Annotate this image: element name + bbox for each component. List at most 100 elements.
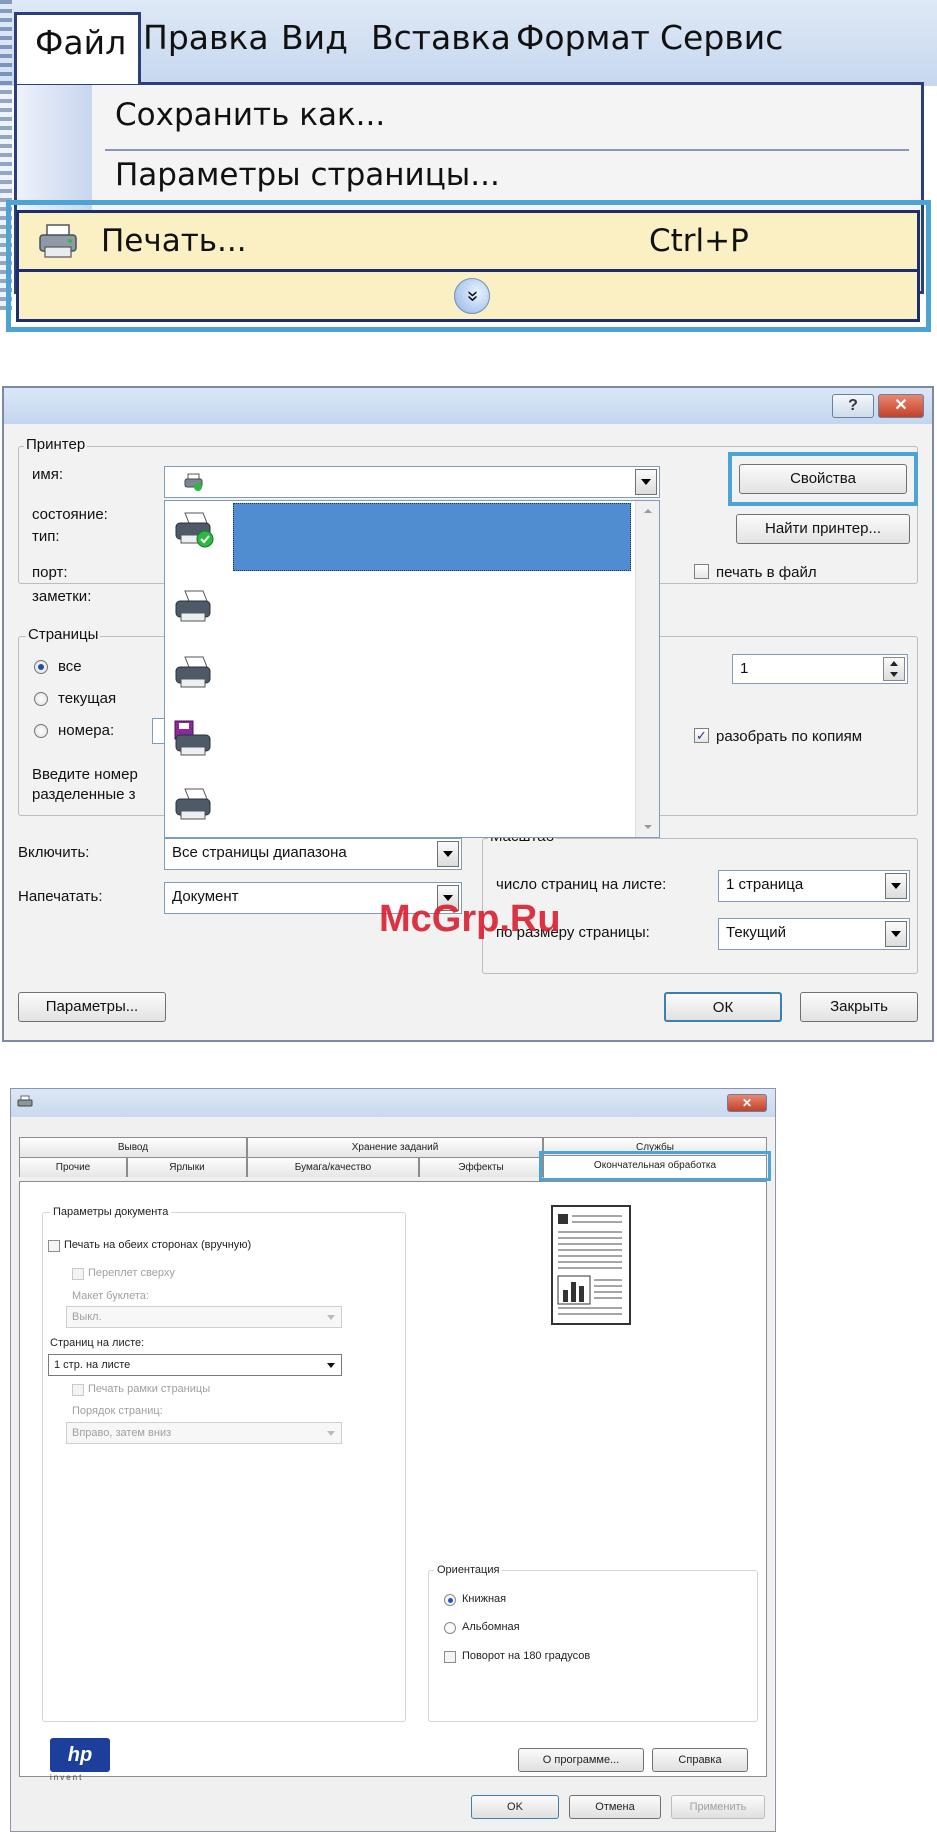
radio-current[interactable] [34,692,48,706]
print-borders-label: Печать рамки страницы [88,1383,211,1395]
copies-stepper[interactable]: 1 [732,654,908,684]
fit-to-page-combo[interactable]: Текущий [718,918,910,950]
chevron-down-icon[interactable] [635,469,657,495]
chevron-down-icon[interactable] [327,1315,335,1320]
include-combo[interactable]: Все страницы диапазона [164,838,462,870]
chevron-down-icon[interactable] [890,672,898,677]
flip-up-checkbox[interactable] [72,1268,84,1280]
menu-tools[interactable]: Сервис [660,18,783,57]
tab-effects[interactable]: Эффекты [419,1157,543,1177]
page-order-combo[interactable]: Вправо, затем вниз [66,1422,342,1444]
tab-other[interactable]: Прочие [19,1157,127,1177]
print-dialog: ? ✕ Принтер имя: состояние: тип: порт: з… [2,386,934,1042]
menu-file[interactable]: Файл [14,12,141,84]
about-button[interactable]: О программе... [518,1748,644,1772]
find-printer-button[interactable]: Найти принтер... [736,514,910,544]
help-button[interactable]: Справка [652,1748,748,1772]
printer-default-icon[interactable] [173,509,215,549]
both-sides-checkbox[interactable] [48,1240,60,1252]
radio-landscape-label: Альбомная [462,1621,520,1633]
orientation-label: Ориентация [434,1564,503,1576]
printer-properties-dialog: ✕ Вывод Хранение заданий Службы Прочие Я… [10,1088,776,1832]
booklet-layout-combo[interactable]: Выкл. [66,1306,342,1328]
radio-landscape[interactable] [444,1622,456,1634]
print-shortcut: Ctrl+P [649,223,749,259]
radio-portrait[interactable] [444,1594,456,1606]
radio-numbers[interactable] [34,724,48,738]
status-label: состояние: [32,506,108,523]
expand-chevron-icon[interactable]: » [454,278,490,314]
hp-logo: hp [50,1738,110,1772]
print-label: Печать... [101,223,247,259]
notes-label: заметки: [32,588,92,605]
tab-output[interactable]: Вывод [19,1137,247,1157]
printer-name-combo[interactable] [164,466,660,498]
menu-view[interactable]: Вид [281,18,348,57]
close-window-button[interactable]: ✕ [878,394,924,418]
page-order-label: Порядок страниц: [72,1405,163,1417]
chevron-down-icon[interactable] [885,921,907,947]
tab-paper-quality[interactable]: Бумага/качество [247,1157,419,1177]
chevron-up-icon[interactable] [644,509,652,513]
options-button[interactable]: Параметры... [18,992,166,1022]
apply-button[interactable]: Применить [671,1795,765,1819]
ok-button[interactable]: ОК [664,992,782,1022]
finishing-tab-highlight-frame [539,1151,771,1181]
menu-item-print[interactable]: Печать... Ctrl+P [16,210,920,272]
watermark: McGrp.Ru [379,898,561,940]
spin-buttons[interactable] [883,657,905,681]
close-window-button[interactable]: ✕ [727,1094,767,1112]
radio-current-label: текущая [58,690,117,707]
chevron-down-icon[interactable] [885,873,907,899]
dialog-titlebar: ? ✕ [4,388,932,424]
printer-icon[interactable] [173,785,215,825]
radio-all-label: все [58,658,82,675]
printer-icon[interactable] [173,587,215,627]
radio-all[interactable] [34,660,48,674]
printer-group-label: Принтер [24,436,88,453]
collate-checkbox[interactable]: ✓ [694,728,709,743]
printer-icon[interactable] [173,653,215,693]
ok-button[interactable]: OK [471,1795,559,1819]
copies-value: 1 [740,660,749,677]
tab-job-storage[interactable]: Хранение заданий [247,1137,543,1157]
menu-edit[interactable]: Правка [143,18,269,57]
menu-expand-row[interactable]: » [16,272,920,322]
print-to-file-checkbox[interactable] [694,564,709,579]
tab-shortcuts[interactable]: Ярлыки [127,1157,247,1177]
menu-format[interactable]: Формат [516,18,650,57]
booklet-layout-label: Макет буклета: [72,1290,149,1302]
chevron-up-icon[interactable] [890,661,898,666]
print-what-value: Документ [172,888,239,905]
chevron-down-icon[interactable] [644,825,652,829]
chevron-down-icon[interactable] [327,1431,335,1436]
list-scrollbar[interactable] [635,501,659,837]
print-borders-checkbox[interactable] [72,1384,84,1396]
collate-label: разобрать по копиям [716,728,863,745]
menu-item-save-as[interactable]: Сохранить как... [115,97,385,133]
menu-insert[interactable]: Вставка [371,18,511,57]
include-label: Включить: [18,844,90,861]
page-preview-image [551,1205,631,1325]
hint-line-1: Введите номер [32,766,138,783]
pages-per-sheet-combo[interactable]: 1 стр. на листе [48,1354,342,1376]
printer-dropdown-list[interactable] [164,500,660,838]
radio-numbers-label: номера: [58,722,115,739]
selected-printer-item[interactable] [233,503,631,571]
pages-group-label: Страницы [26,626,101,643]
pages-per-sheet-combo[interactable]: 1 страница [718,870,910,902]
chevron-down-icon[interactable] [437,841,459,867]
rotate-checkbox[interactable] [444,1651,456,1663]
close-button[interactable]: Закрыть [800,992,918,1022]
help-button[interactable]: ? [832,394,874,418]
chevron-down-icon[interactable] [327,1363,335,1368]
menu-item-page-setup[interactable]: Параметры страницы... [115,157,500,193]
document-options-label: Параметры документа [50,1206,172,1218]
page-order-value: Вправо, затем вниз [72,1427,172,1439]
fax-printer-icon[interactable] [173,719,215,759]
include-value: Все страницы диапазона [172,844,347,861]
hp-logo-tagline: invent [50,1773,84,1782]
printer-icon [39,224,77,258]
cancel-button[interactable]: Отмена [569,1795,661,1819]
radio-portrait-label: Книжная [462,1593,507,1605]
